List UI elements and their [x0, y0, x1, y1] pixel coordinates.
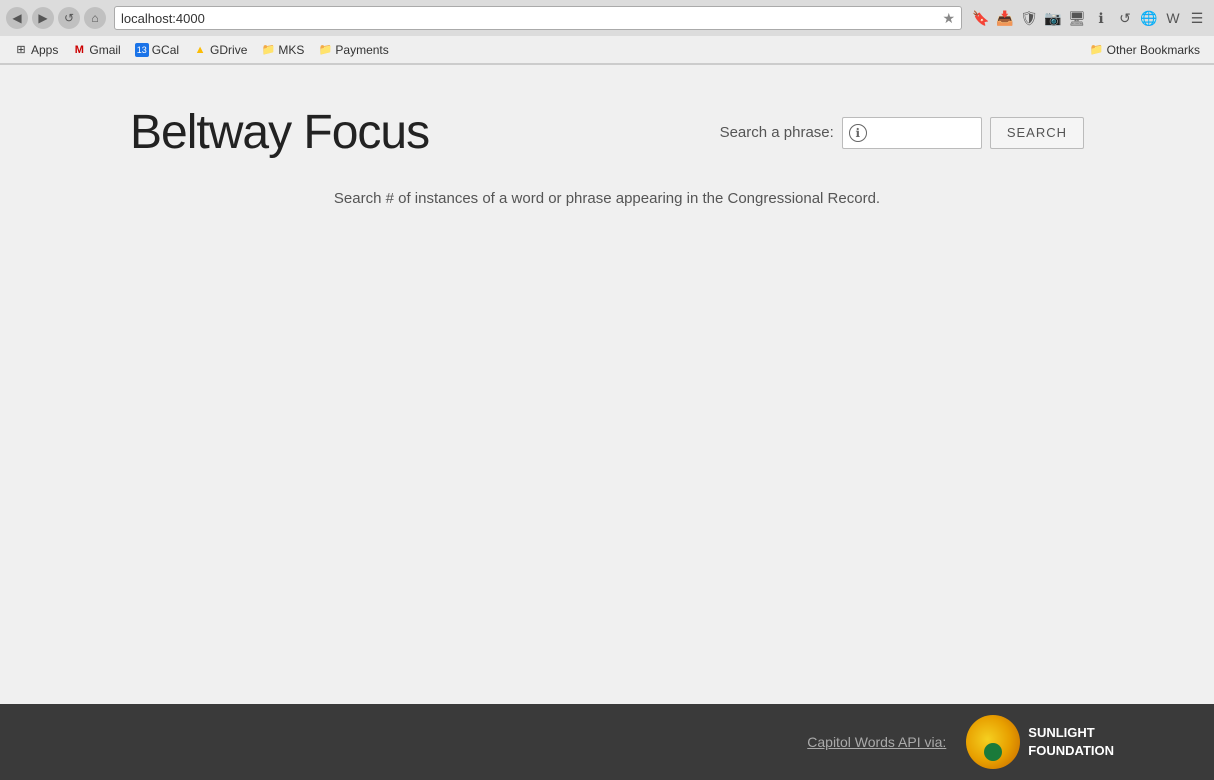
info-icon[interactable]: ℹ: [1090, 7, 1112, 29]
camera-icon[interactable]: 📷: [1042, 7, 1064, 29]
bookmark-payments[interactable]: 📁 Payments: [312, 41, 394, 59]
menu-icon[interactable]: ☰: [1186, 7, 1208, 29]
sunlight-line1: SUNLIGHT: [1028, 724, 1114, 742]
back-button[interactable]: ◀: [6, 7, 28, 29]
mks-icon: 📁: [261, 43, 275, 57]
bookmark-apps[interactable]: ⊞ Apps: [8, 41, 64, 59]
search-label: Search a phrase:: [720, 124, 834, 141]
wiki-icon[interactable]: W: [1162, 7, 1184, 29]
apps-icon: ⊞: [14, 43, 28, 57]
browser-chrome: ◀ ▶ ↺ ⌂ ★ 🔖 📥 🛡 📷 🖥 ℹ ↺ 🌐 W ☰ ⊞ Apps M: [0, 0, 1214, 65]
address-bar-wrap: ★: [114, 6, 962, 30]
app-header: Beltway Focus Search a phrase: ℹ SEARCH: [0, 85, 1214, 180]
sync-icon[interactable]: ↺: [1114, 7, 1136, 29]
shield-icon[interactable]: 🛡: [1018, 7, 1040, 29]
other-bookmarks-icon: 📁: [1090, 43, 1104, 57]
api-link[interactable]: Capitol Words API via:: [807, 734, 946, 750]
bookmark-mks[interactable]: 📁 MKS: [255, 41, 310, 59]
other-bookmarks[interactable]: 📁 Other Bookmarks: [1084, 41, 1206, 59]
forward-button[interactable]: ▶: [32, 7, 54, 29]
page-content: Beltway Focus Search a phrase: ℹ SEARCH …: [0, 65, 1214, 705]
reload-button[interactable]: ↺: [58, 7, 80, 29]
bookmark-gcal[interactable]: 13 GCal: [129, 41, 185, 59]
bookmark-star-icon[interactable]: ★: [942, 10, 955, 27]
footer: Capitol Words API via: SUNLIGHT FOUNDATI…: [0, 704, 1214, 780]
gmail-icon: M: [72, 43, 86, 57]
bookmark-apps-label: Apps: [31, 43, 58, 57]
bookmark-gdrive-label: GDrive: [210, 43, 247, 57]
sunlight-circle-icon: [966, 715, 1020, 769]
bookmark-gcal-label: GCal: [152, 43, 179, 57]
browser-toolbar: ◀ ▶ ↺ ⌂ ★ 🔖 📥 🛡 📷 🖥 ℹ ↺ 🌐 W ☰: [0, 0, 1214, 36]
gcal-icon: 13: [135, 43, 149, 57]
search-input-wrap: ℹ: [842, 117, 982, 149]
sunlight-line2: FOUNDATION: [1028, 742, 1114, 760]
address-bar[interactable]: [121, 11, 942, 26]
toolbar-icons: 🔖 📥 🛡 📷 🖥 ℹ ↺ 🌐 W ☰: [970, 7, 1208, 29]
search-area: Search a phrase: ℹ SEARCH: [720, 117, 1084, 149]
sunlight-logo: SUNLIGHT FOUNDATION: [966, 715, 1114, 769]
download-icon[interactable]: 📥: [994, 7, 1016, 29]
bookmarks-bar: ⊞ Apps M Gmail 13 GCal ▲ GDrive 📁 MKS 📁 …: [0, 36, 1214, 64]
app-title: Beltway Focus: [130, 105, 429, 160]
bookmark-payments-label: Payments: [335, 43, 388, 57]
globe-icon[interactable]: 🌐: [1138, 7, 1160, 29]
bookmark-gmail-label: Gmail: [89, 43, 120, 57]
search-info-icon: ℹ: [849, 124, 867, 142]
gdrive-icon: ▲: [193, 43, 207, 57]
pocket-icon[interactable]: 🔖: [970, 7, 992, 29]
app-subtitle: Search # of instances of a word or phras…: [0, 190, 1214, 207]
payments-icon: 📁: [318, 43, 332, 57]
sunlight-text: SUNLIGHT FOUNDATION: [1028, 724, 1114, 760]
bookmark-gmail[interactable]: M Gmail: [66, 41, 126, 59]
other-bookmarks-label: Other Bookmarks: [1107, 43, 1200, 57]
bookmark-gdrive[interactable]: ▲ GDrive: [187, 41, 253, 59]
search-button[interactable]: SEARCH: [990, 117, 1084, 149]
display-icon[interactable]: 🖥: [1066, 7, 1088, 29]
home-button[interactable]: ⌂: [84, 7, 106, 29]
bookmark-mks-label: MKS: [278, 43, 304, 57]
